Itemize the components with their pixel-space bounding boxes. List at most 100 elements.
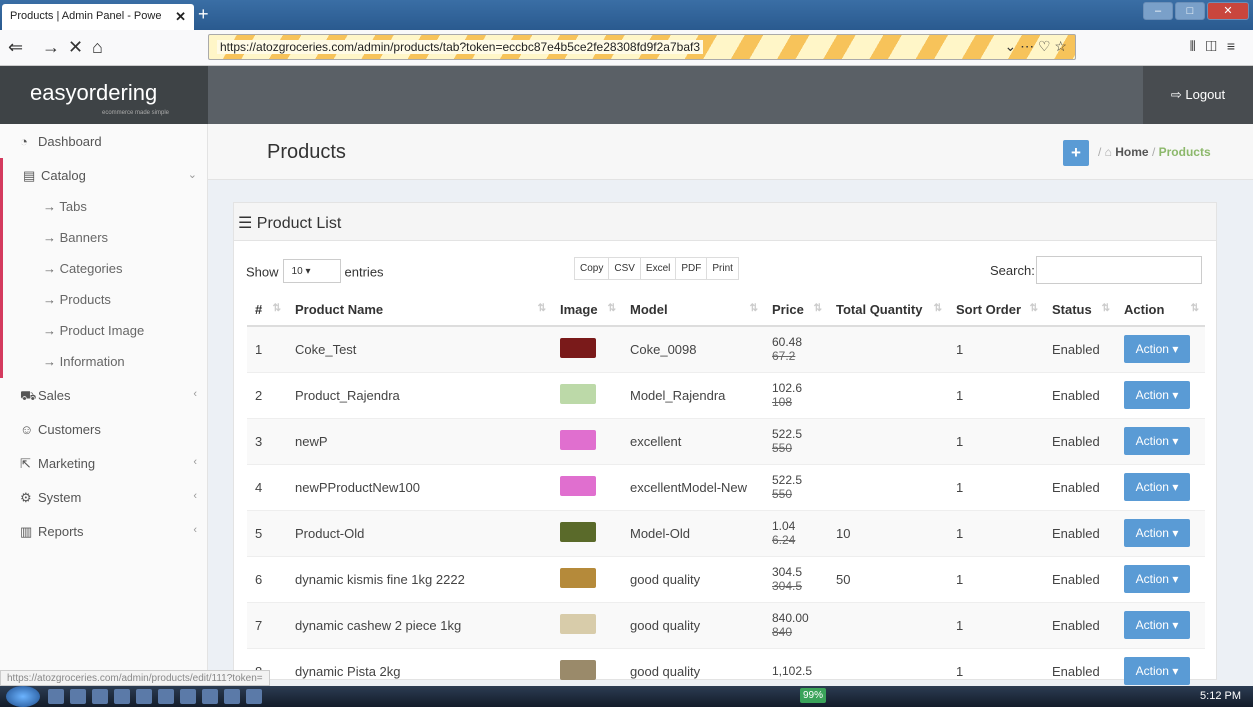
col-header-image[interactable]: Image ⇅ xyxy=(552,293,622,327)
app-icon[interactable] xyxy=(136,689,152,704)
action-button[interactable]: Action ▾ xyxy=(1124,611,1190,639)
sidebar-item-reports[interactable]: ▥ Reports ‹ xyxy=(0,514,207,548)
cell-qty xyxy=(828,463,948,510)
sidebar-subitem-banners[interactable]: → Banners xyxy=(3,223,207,254)
action-button[interactable]: Action ▾ xyxy=(1124,657,1190,686)
product-thumbnail xyxy=(560,613,596,634)
url-bar[interactable]: https://atozgroceries.com/admin/products… xyxy=(208,34,1076,60)
start-button[interactable] xyxy=(6,686,40,707)
sidebar-subitem-products[interactable]: → Products xyxy=(3,285,207,316)
action-button[interactable]: Action ▾ xyxy=(1124,335,1190,364)
close-tab-icon[interactable]: ✕ xyxy=(175,9,186,25)
sidebar-item-system[interactable]: ⚙ System ‹ xyxy=(0,480,207,514)
action-button[interactable]: Action ▾ xyxy=(1124,473,1190,501)
back-icon[interactable]: ⇐ xyxy=(8,37,23,58)
browser-tab[interactable]: Products | Admin Panel - Powe ✕ xyxy=(2,4,194,30)
cell-action: Action ▾ xyxy=(1116,555,1205,602)
sidebar-item-catalog[interactable]: ▤ Catalog ⌄ xyxy=(3,158,207,192)
app-icon[interactable] xyxy=(48,689,64,704)
price-current: 102.6 xyxy=(772,381,803,395)
action-button[interactable]: Action ▾ xyxy=(1124,565,1190,593)
price-current: 304.5 xyxy=(772,565,803,579)
csv-button[interactable]: CSV xyxy=(609,258,641,279)
app-icon[interactable] xyxy=(180,689,196,704)
add-product-button[interactable]: + xyxy=(1063,140,1089,166)
bookmark-star-icon[interactable]: ⌄ ⋯ ♡ ☆ xyxy=(1004,38,1067,55)
entries-select[interactable]: 10 ▾ xyxy=(282,259,341,283)
action-button[interactable]: Action ▾ xyxy=(1124,381,1190,409)
logout-button[interactable]: ⇨ Logout xyxy=(1143,66,1253,124)
sidebar-subitem-label: Tabs xyxy=(59,199,87,214)
cart-icon: ⛟ xyxy=(20,388,37,403)
status-url: https://atozgroceries.com/admin/products… xyxy=(0,670,270,686)
breadcrumb-home[interactable]: Home xyxy=(1115,145,1148,159)
sidebar-subitem-information[interactable]: → Information xyxy=(3,347,207,378)
maximize-icon[interactable]: □ xyxy=(1175,2,1205,20)
col-header-action[interactable]: Action ⇅ xyxy=(1116,293,1205,327)
app-icon[interactable] xyxy=(92,689,108,704)
price-original: 108 xyxy=(772,395,793,409)
pdf-button[interactable]: PDF xyxy=(676,258,708,279)
search-input[interactable] xyxy=(1036,256,1202,284)
col-header-name[interactable]: Product Name ⇅ xyxy=(287,293,552,327)
panel-header: ☰ Product List xyxy=(234,203,1216,241)
minimize-icon[interactable]: – xyxy=(1143,2,1173,20)
stop-icon[interactable]: ✕ xyxy=(68,37,83,58)
action-button[interactable]: Action ▾ xyxy=(1124,427,1190,455)
cell-model: good quality xyxy=(622,555,764,602)
cell-qty xyxy=(828,601,948,648)
taskbar: 99% 5:12 PM xyxy=(0,686,1253,707)
app-icon[interactable] xyxy=(224,689,240,704)
close-window-icon[interactable]: ✕ xyxy=(1207,2,1249,20)
col-header-model[interactable]: Model ⇅ xyxy=(622,293,764,327)
col-header-num[interactable]: # ⇅ xyxy=(247,293,287,327)
new-tab-icon[interactable]: + xyxy=(198,4,209,25)
sidebar-item-customers[interactable]: ☺ Customers xyxy=(0,412,207,446)
action-button[interactable]: Action ▾ xyxy=(1124,519,1190,547)
price-original: 840 xyxy=(772,625,793,639)
sidebar-item-marketing[interactable]: ⇱ Marketing ‹ xyxy=(0,446,207,480)
sidebar-item-label: Dashboard xyxy=(38,134,102,149)
sidebar-subitem-categories[interactable]: → Categories xyxy=(3,254,207,285)
logo-text: easyordering xyxy=(30,80,158,105)
sidebar-subitem-tabs[interactable]: → Tabs xyxy=(3,192,207,223)
copy-button[interactable]: Copy xyxy=(575,258,610,279)
taskbar-apps xyxy=(48,689,262,704)
app-icon[interactable] xyxy=(158,689,174,704)
cell-status: Enabled xyxy=(1044,509,1116,556)
sidebar-item-sales[interactable]: ⛟ Sales ‹ xyxy=(0,378,207,412)
sidebar-item-dashboard[interactable]: ◔ Dashboard xyxy=(0,124,207,158)
app-icon[interactable] xyxy=(246,689,262,704)
browser-tabbar: Products | Admin Panel - Powe ✕ + – □ ✕ xyxy=(0,0,1253,30)
cell-name: newP xyxy=(287,417,552,464)
list-icon: ☰ xyxy=(238,215,257,232)
col-header-status[interactable]: Status ⇅ xyxy=(1044,293,1116,327)
price-original: 550 xyxy=(772,487,793,501)
sidebar-subitem-product-image[interactable]: → Product Image xyxy=(3,316,207,347)
cell-name: dynamic kismis fine 1kg 2222 xyxy=(287,555,552,602)
excel-button[interactable]: Excel xyxy=(641,258,677,279)
product-thumbnail xyxy=(560,659,596,680)
product-list-panel: ☰ Product List Show 10 ▾ entries Copy CSV … xyxy=(233,202,1217,694)
home-icon[interactable]: ⌂ xyxy=(92,37,103,58)
cell-num: 2 xyxy=(247,371,287,418)
print-button[interactable]: Print xyxy=(707,258,738,279)
app-icon[interactable] xyxy=(70,689,86,704)
col-header-price[interactable]: Price ⇅ xyxy=(764,293,828,327)
cell-image xyxy=(552,463,622,510)
sidebar-subitem-label: Products xyxy=(59,292,111,307)
library-icon[interactable]: ⫴◫≡ xyxy=(1190,38,1245,55)
tab-title: Products | Admin Panel - Powe xyxy=(10,10,162,22)
cell-model: excellentModel-New xyxy=(622,463,764,510)
cell-sort-order: 1 xyxy=(948,325,1044,372)
cell-price: 304.5 304.5 xyxy=(764,555,828,602)
col-header-sort-order[interactable]: Sort Order ⇅ xyxy=(948,293,1044,327)
cell-num: 5 xyxy=(247,509,287,556)
sort-icon: ⇅ xyxy=(272,303,281,314)
forward-icon[interactable]: → xyxy=(42,37,60,58)
col-header-qty[interactable]: Total Quantity ⇅ xyxy=(828,293,948,327)
table-row: 3 newP excellent 522.5 550 1 Enabled Action ▾ xyxy=(247,417,1205,464)
app-icon[interactable] xyxy=(114,689,130,704)
cell-action: Action ▾ xyxy=(1116,463,1205,510)
app-icon[interactable] xyxy=(202,689,218,704)
